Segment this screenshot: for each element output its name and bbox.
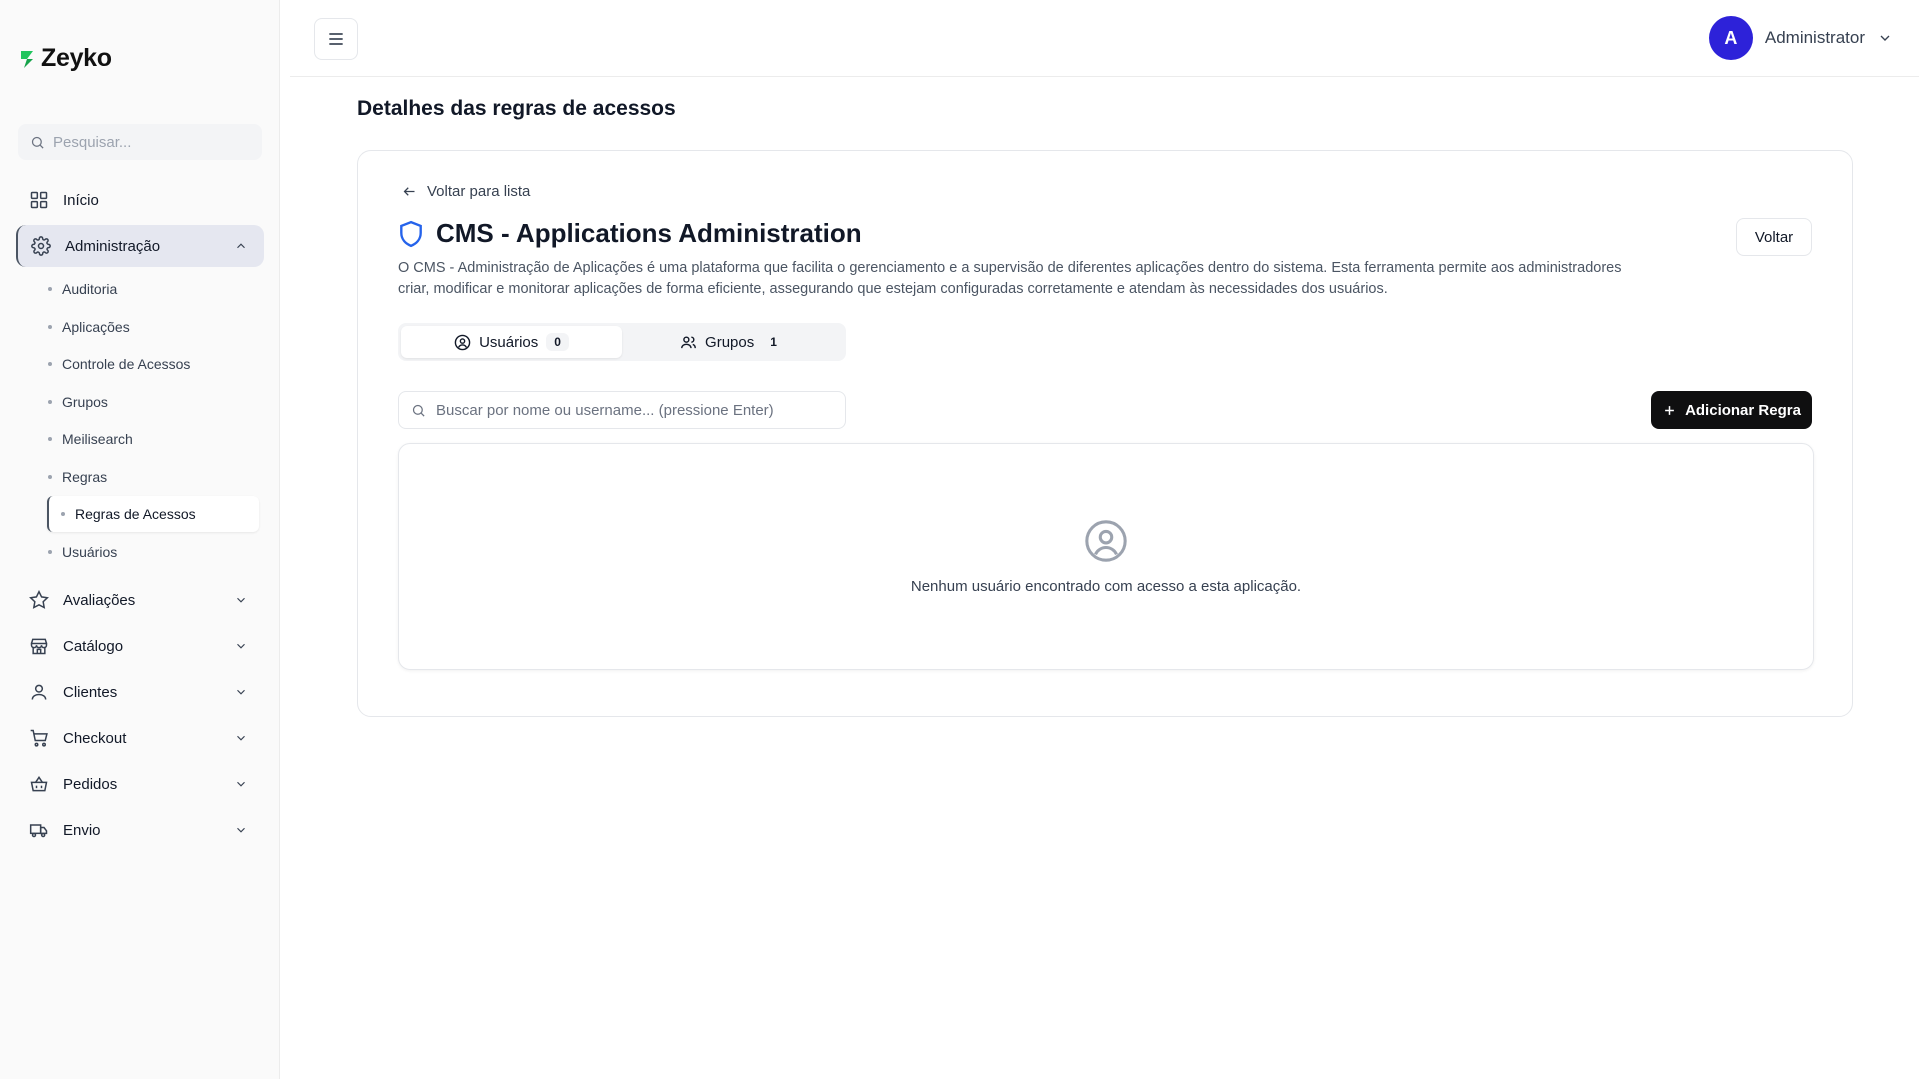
arrow-left-icon [403, 187, 415, 196]
tab-count-badge: 1 [770, 335, 777, 349]
sidebar-subitem-label: Aplicações [62, 319, 130, 335]
sidebar: Zeyko Início Administração Auditoria Apl… [0, 0, 280, 1079]
sidebar-item-catalogo[interactable]: Catálogo [16, 625, 264, 667]
sidebar-subitem-label: Grupos [62, 394, 108, 410]
bullet-icon [48, 362, 52, 366]
back-to-list-link[interactable]: Voltar para lista [402, 183, 530, 200]
tab-usuarios[interactable]: Usuários 0 [401, 326, 622, 358]
sidebar-item-envio[interactable]: Envio [16, 809, 264, 851]
sidebar-item-label: Checkout [63, 729, 127, 747]
tabs: Usuários 0 Grupos 1 [398, 323, 846, 361]
user-search[interactable] [398, 391, 846, 429]
bullet-icon [48, 400, 52, 404]
gear-icon [31, 236, 51, 256]
add-rule-label: Adicionar Regra [1685, 401, 1801, 419]
sidebar-subitem-controle-de-acessos[interactable]: Controle de Acessos [48, 349, 190, 379]
search-icon [31, 136, 44, 149]
sidebar-subitem-auditoria[interactable]: Auditoria [48, 274, 117, 304]
bullet-icon [48, 437, 52, 441]
menu-toggle-button[interactable] [314, 18, 358, 60]
tab-label: Grupos [705, 333, 755, 351]
add-rule-button[interactable]: Adicionar Regra [1651, 391, 1812, 429]
shield-icon [400, 220, 422, 247]
plus-icon [1665, 405, 1674, 415]
application-description: O CMS - Administração de Aplicações é um… [398, 260, 1622, 297]
user-circle-icon [1085, 520, 1127, 562]
grid-icon [30, 191, 48, 209]
chevron-down-icon[interactable] [234, 777, 248, 791]
brand-name: Zeyko [41, 44, 112, 72]
sidebar-item-inicio[interactable]: Início [16, 179, 264, 221]
user-icon [31, 684, 47, 700]
chevron-down-icon[interactable] [1877, 30, 1893, 46]
tab-count-badge: 0 [546, 333, 569, 351]
tab-label: Usuários [479, 333, 539, 351]
user-circle-icon [454, 334, 471, 350]
zeyko-logo-icon [21, 50, 33, 68]
truck-icon [29, 824, 48, 838]
bullet-icon [48, 287, 52, 291]
bullet-icon [48, 325, 52, 329]
sidebar-subitem-meilisearch[interactable]: Meilisearch [48, 424, 133, 454]
sidebar-item-administracao[interactable]: Administração [16, 225, 264, 267]
sidebar-subitem-grupos[interactable]: Grupos [48, 387, 108, 417]
sidebar-subitem-label: Regras de Acessos [75, 506, 196, 522]
back-button[interactable]: Voltar [1736, 218, 1812, 256]
sidebar-item-checkout[interactable]: Checkout [16, 717, 264, 759]
cart-icon [30, 729, 48, 747]
chevron-down-icon[interactable] [234, 639, 248, 653]
bullet-icon [61, 512, 65, 516]
bullet-icon [48, 550, 52, 554]
chevron-down-icon[interactable] [234, 823, 248, 837]
hamburger-icon [329, 33, 343, 45]
sidebar-subitem-usuarios[interactable]: Usuários [48, 537, 117, 567]
sidebar-subitem-label: Regras [62, 469, 108, 485]
access-rule-card: Voltar para lista CMS - Applications Adm… [357, 150, 1853, 717]
sidebar-subitem-label: Controle de Acessos [62, 356, 191, 372]
sidebar-search-input[interactable] [53, 133, 243, 151]
sidebar-subitem-regras[interactable]: Regras [48, 462, 107, 492]
basket-icon [30, 775, 48, 792]
sidebar-item-label: Clientes [63, 683, 118, 701]
sidebar-item-label: Avaliações [63, 591, 136, 609]
sidebar-item-label: Início [63, 191, 99, 209]
sidebar-item-label: Administração [65, 237, 161, 255]
tab-grupos[interactable]: Grupos 1 [622, 326, 843, 358]
search-icon [412, 404, 425, 417]
sidebar-item-pedidos[interactable]: Pedidos [16, 763, 264, 805]
sidebar-item-label: Envio [63, 821, 101, 839]
sidebar-item-clientes[interactable]: Clientes [16, 671, 264, 713]
user-search-input[interactable] [436, 401, 836, 419]
user-name[interactable]: Administrator [1765, 28, 1865, 48]
user-menu[interactable]: A Administrator [1708, 16, 1893, 60]
avatar[interactable]: A [1708, 16, 1753, 60]
bullet-icon [48, 475, 52, 479]
sidebar-item-label: Pedidos [63, 775, 118, 793]
store-icon [30, 638, 48, 655]
application-title: CMS - Applications Administration [398, 218, 862, 249]
sidebar-subitem-aplicacoes[interactable]: Aplicações [48, 312, 130, 342]
sidebar-subitem-regras-de-acessos[interactable]: Regras de Acessos [47, 496, 259, 532]
chevron-up-icon[interactable] [234, 239, 248, 253]
chevron-down-icon[interactable] [234, 593, 248, 607]
chevron-down-icon[interactable] [234, 685, 248, 699]
brand-logo[interactable]: Zeyko [19, 44, 112, 73]
sidebar-subitem-label: Usuários [62, 544, 118, 560]
application-title-text: CMS - Applications Administration [436, 218, 862, 248]
users-icon [681, 335, 696, 348]
sidebar-item-avaliacoes[interactable]: Avaliações [16, 579, 264, 621]
sidebar-item-label: Catálogo [63, 637, 124, 655]
sidebar-subitem-label: Meilisearch [62, 431, 133, 447]
back-to-list-label: Voltar para lista [427, 183, 531, 200]
star-icon [29, 590, 49, 609]
page-title: Detalhes das regras de acessos [357, 97, 676, 120]
empty-state-message: Nenhum usuário encontrado com acesso a e… [910, 578, 1302, 595]
sidebar-subitem-label: Auditoria [62, 281, 118, 297]
empty-state: Nenhum usuário encontrado com acesso a e… [398, 443, 1814, 670]
sidebar-search[interactable] [18, 124, 262, 160]
topbar: A Administrator [290, 0, 1919, 77]
chevron-down-icon[interactable] [234, 731, 248, 745]
